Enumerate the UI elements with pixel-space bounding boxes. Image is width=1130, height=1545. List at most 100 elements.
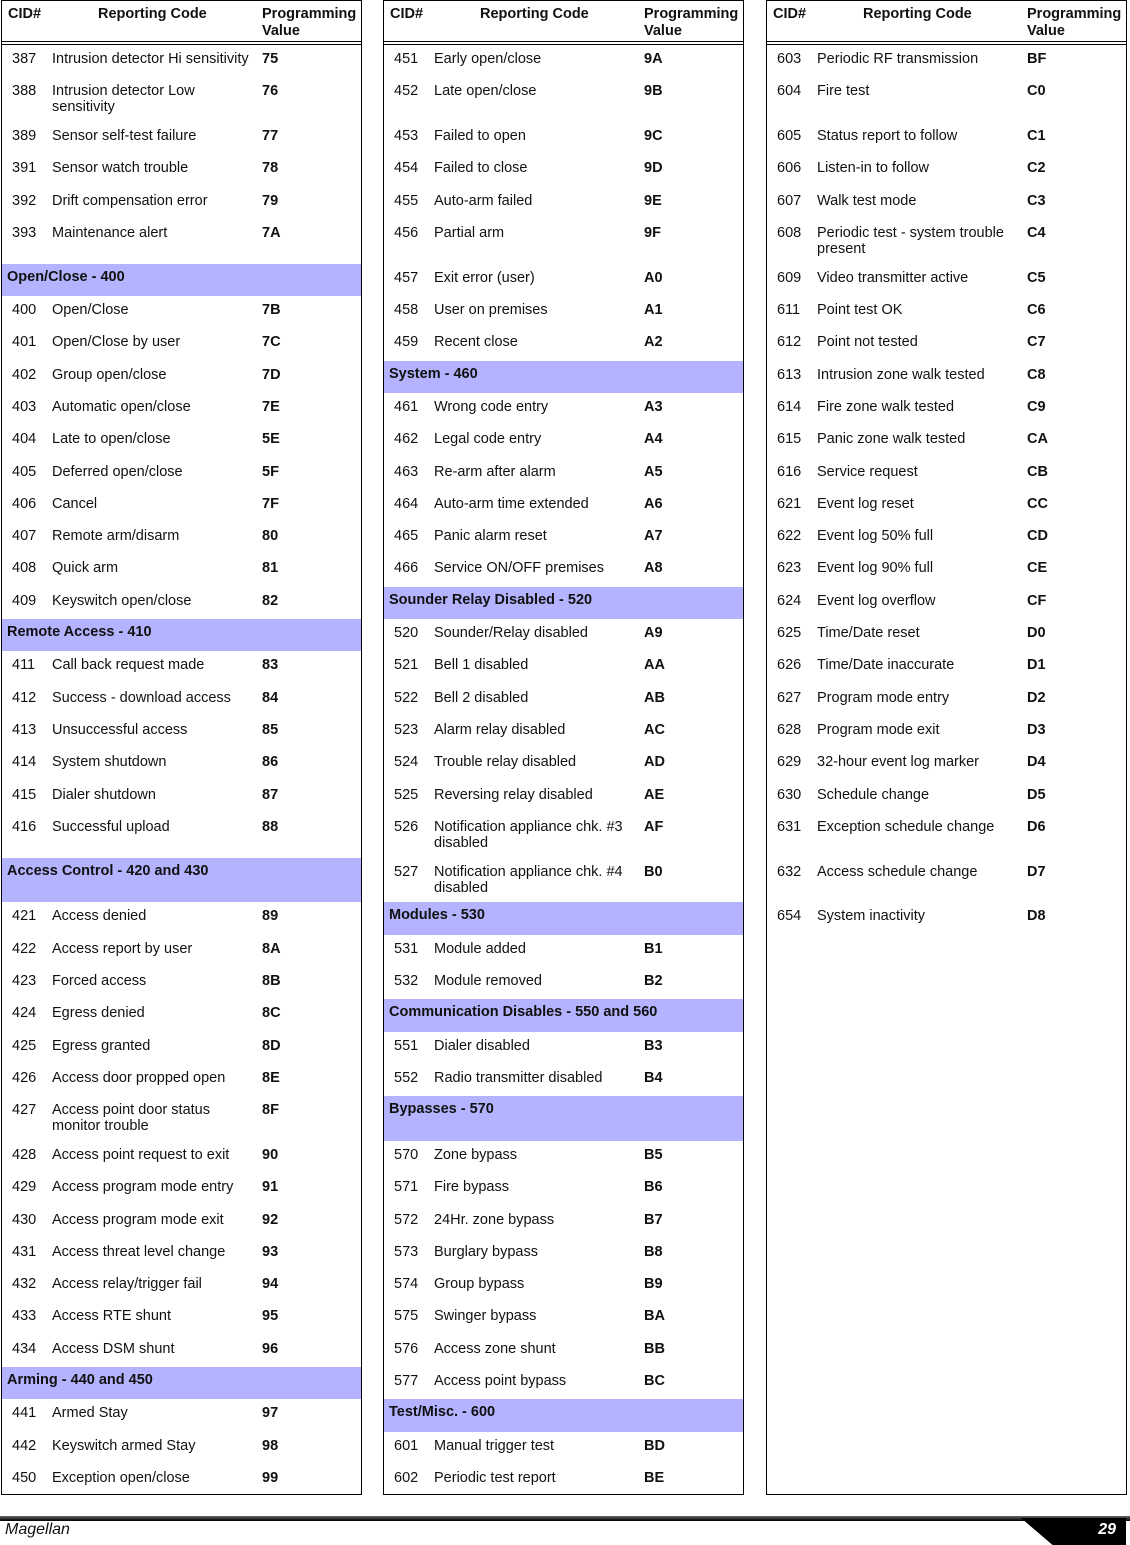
table-row: 411 Call back request made 83 <box>2 651 361 683</box>
programming-value: BD <box>644 1437 665 1454</box>
reporting-code: Intrusion detector Hi sensitivity <box>52 51 249 67</box>
section-header: Remote Access - 410 <box>2 619 361 652</box>
cid: 402 <box>12 366 37 383</box>
table-row: 451 Early open/close 9A <box>384 45 743 77</box>
cid: 411 <box>12 657 36 674</box>
programming-value: C1 <box>1027 128 1046 145</box>
reporting-code: User on premises <box>434 302 548 319</box>
cid: 611 <box>777 302 801 319</box>
table-row: 552 Radio transmitter disabled B4 <box>384 1064 743 1096</box>
reporting-code: Video transmitter active <box>817 269 969 286</box>
cid: 627 <box>777 689 802 706</box>
cid: 624 <box>777 592 802 609</box>
programming-value: 76 <box>262 83 279 100</box>
cid: 442 <box>12 1437 37 1454</box>
table-row: 392 Drift compensation error 79 <box>2 187 361 219</box>
cid: 421 <box>12 908 37 925</box>
cid: 404 <box>12 431 37 448</box>
table-row: 522 Bell 2 disabled AB <box>384 684 743 716</box>
reporting-code: Access relay/trigger fail <box>52 1276 202 1293</box>
table-row: 407 Remote arm/disarm 80 <box>2 522 361 554</box>
cid: 431 <box>12 1243 37 1260</box>
programming-value: C7 <box>1027 334 1046 351</box>
programming-value: CF <box>1027 592 1047 609</box>
section-header: Modules - 530 <box>384 902 743 935</box>
table-row: 570 Zone bypass B5 <box>384 1141 743 1173</box>
reporting-code: Listen-in to follow <box>817 160 930 177</box>
section-header: Sounder Relay Disabled - 520 <box>384 586 743 620</box>
cid: 424 <box>12 1005 37 1022</box>
cid: 622 <box>777 528 802 545</box>
cid: 427 <box>12 1102 37 1119</box>
reporting-code: Failed to close <box>434 160 528 177</box>
table-column: CID# Reporting Code Programming Value 451 E… <box>383 0 744 1495</box>
programming-value: 9E <box>644 192 662 209</box>
programming-value: A8 <box>644 560 663 577</box>
programming-value: AE <box>644 786 665 803</box>
reporting-code: System inactivity <box>817 908 925 925</box>
programming-value: 79 <box>262 192 279 209</box>
table-row: 428 Access point request to exit 90 <box>2 1141 361 1173</box>
table-row: 463 Re-arm after alarm A5 <box>384 458 743 490</box>
programming-value: 90 <box>262 1147 279 1163</box>
cid: 387 <box>12 51 37 67</box>
header-cid: CID# <box>390 6 424 22</box>
cid: 412 <box>12 689 37 706</box>
table-row: 404 Late to open/close 5E <box>2 425 361 457</box>
programming-value: D8 <box>1027 908 1046 925</box>
header-value-line2: Value <box>644 23 682 39</box>
programming-value: 81 <box>262 560 279 577</box>
reporting-code: Sounder/Relay disabled <box>434 625 588 642</box>
table-row: 424 Egress denied 8C <box>2 999 361 1031</box>
reporting-code: Keyswitch armed Stay <box>52 1437 196 1454</box>
table-row: 465 Panic alarm reset A7 <box>384 522 743 554</box>
reporting-code: Dialer disabled <box>434 1037 530 1054</box>
cid: 602 <box>394 1469 419 1486</box>
cid: 552 <box>394 1069 419 1086</box>
reporting-code: Event log overflow <box>817 592 936 609</box>
reporting-code: Keyswitch open/close <box>52 592 192 609</box>
table-row: 409 Keyswitch open/close 82 <box>2 587 361 619</box>
reporting-code: Reversing relay disabled <box>434 786 593 803</box>
table-header: CID# Reporting Code Programming Value <box>384 1 743 45</box>
cid: 458 <box>394 302 419 319</box>
cid: 631 <box>777 818 802 835</box>
reporting-code: Automatic open/close <box>52 398 191 415</box>
cid: 575 <box>394 1308 419 1325</box>
programming-value: 92 <box>262 1211 279 1228</box>
table-row: 623 Event log 90% full CE <box>767 554 1126 586</box>
table-row: 459 Recent close A2 <box>384 328 743 360</box>
reporting-code: Notification appliance chk. #3 disabled <box>434 818 623 851</box>
programming-value: A2 <box>644 334 663 351</box>
programming-value: BC <box>644 1373 665 1390</box>
table-row: 403 Automatic open/close 7E <box>2 393 361 425</box>
programming-value: A3 <box>644 398 663 415</box>
cid: 608 <box>777 224 802 241</box>
programming-value: 9A <box>644 51 663 67</box>
table-row: 577 Access point bypass BC <box>384 1367 743 1399</box>
cid: 601 <box>394 1437 419 1454</box>
table-row: 414 System shutdown 86 <box>2 748 361 780</box>
table-header: CID# Reporting Code Programming Value <box>767 1 1126 45</box>
reporting-code: Panic alarm reset <box>434 528 547 545</box>
table-row: 630 Schedule change D5 <box>767 781 1126 813</box>
programming-value: BF <box>1027 51 1047 67</box>
header-cid: CID# <box>773 6 807 22</box>
reporting-code: Zone bypass <box>434 1147 518 1163</box>
programming-value: B7 <box>644 1211 663 1228</box>
programming-value: AB <box>644 689 665 706</box>
reporting-code: Alarm relay disabled <box>434 721 566 738</box>
cid: 405 <box>12 463 37 480</box>
programming-value: 7F <box>262 495 279 512</box>
cid: 612 <box>777 334 802 351</box>
programming-value: CD <box>1027 528 1048 545</box>
cid: 573 <box>394 1243 419 1260</box>
reporting-code: Bell 1 disabled <box>434 657 529 674</box>
programming-value: 9B <box>644 83 663 100</box>
table-row: 422 Access report by user 8A <box>2 935 361 967</box>
table-row: 423 Forced access 8B <box>2 967 361 999</box>
table-row: 524 Trouble relay disabled AD <box>384 748 743 780</box>
programming-value: A5 <box>644 463 663 480</box>
table-row: 453 Failed to open 9C <box>384 122 743 154</box>
programming-value: 8D <box>262 1037 281 1054</box>
